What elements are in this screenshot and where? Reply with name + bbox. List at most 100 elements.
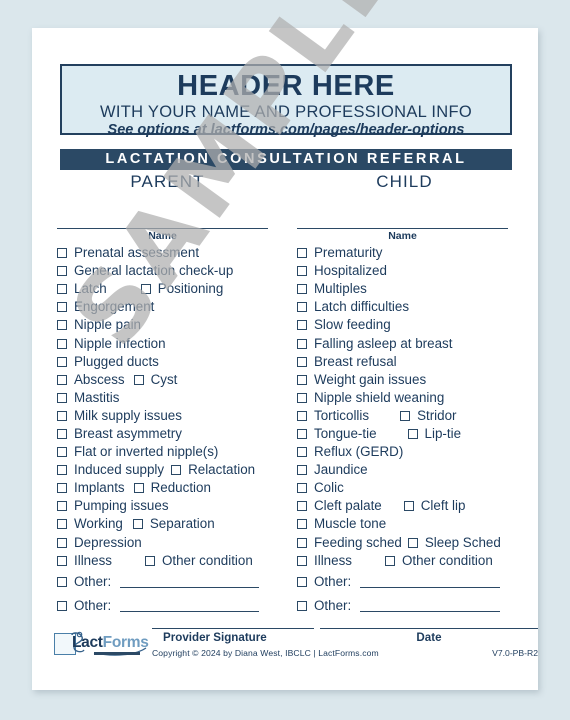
checkbox-child-0[interactable] (297, 248, 307, 259)
checkbox-child-8[interactable] (297, 392, 307, 403)
other-input-line-parent-1[interactable] (120, 600, 260, 612)
checkbox-parent-0[interactable] (57, 248, 67, 259)
checkbox-child-other-1[interactable] (297, 600, 307, 611)
other-input-line-child-0[interactable] (360, 576, 501, 588)
header-placeholder-box[interactable]: HEADER HERE WITH YOUR NAME AND PROFESSIO… (60, 64, 512, 138)
checkbox-label: Positioning (157, 281, 224, 297)
checklist-row: Weight gain issues (297, 371, 519, 389)
checkbox-parent-7b[interactable] (133, 374, 144, 385)
checkbox-label: Induced supply (74, 462, 165, 478)
logo-underline (94, 652, 140, 655)
child-checklist: Prematurity Hospitalized Multiples Latch di… (297, 244, 519, 570)
checkbox-parent-7[interactable] (57, 374, 67, 385)
checkbox-child-other-0[interactable] (297, 576, 307, 587)
checkbox-label: Latch difficulties (314, 299, 410, 315)
checkbox-parent-2[interactable] (57, 284, 67, 295)
checkbox-parent-3[interactable] (57, 302, 67, 313)
checkbox-child-12[interactable] (297, 465, 307, 476)
checklist-row: Nipple pain (57, 316, 279, 334)
logo-word-lact: Lact (72, 634, 103, 651)
checkbox-child-5[interactable] (297, 338, 307, 349)
checkbox-label: Lip-tie (424, 425, 462, 441)
checkbox-label: Prematurity (314, 245, 383, 261)
parent-checklist: Prenatal assessment General lactation che… (57, 244, 279, 570)
checkbox-parent-14[interactable] (57, 501, 67, 512)
checklist-row: Mastitis (57, 389, 279, 407)
checkbox-parent-2b[interactable] (140, 284, 151, 295)
checkbox-child-16b[interactable] (407, 537, 418, 548)
checkbox-label: Nipple pain (74, 317, 141, 333)
checklist-row: Breast refusal (297, 353, 519, 371)
checkbox-child-9b[interactable] (400, 410, 411, 421)
checkbox-child-14[interactable] (297, 501, 307, 512)
checkbox-child-10b[interactable] (407, 428, 418, 439)
checkbox-label: Reduction (150, 480, 211, 496)
checklist-row: Multiples (297, 280, 519, 298)
checkbox-parent-16[interactable] (57, 537, 67, 548)
date-line[interactable] (320, 628, 538, 629)
checkbox-parent-other-1[interactable] (57, 600, 67, 611)
checkbox-child-7[interactable] (297, 374, 307, 385)
checkbox-child-11[interactable] (297, 447, 307, 458)
checkbox-parent-13[interactable] (57, 483, 67, 494)
checkbox-child-1[interactable] (297, 266, 307, 277)
checkbox-child-4[interactable] (297, 320, 307, 331)
checkbox-child-9[interactable] (297, 410, 307, 421)
checkbox-parent-other-0[interactable] (57, 576, 67, 587)
checklist-row: Jaundice (297, 461, 519, 479)
provider-signature-line[interactable] (152, 628, 314, 629)
checkbox-parent-1[interactable] (57, 266, 67, 277)
checkbox-parent-15[interactable] (57, 519, 67, 530)
checkbox-child-17[interactable] (297, 555, 307, 566)
checkbox-parent-8[interactable] (57, 392, 67, 403)
checkbox-parent-12b[interactable] (171, 465, 182, 476)
checkbox-child-10[interactable] (297, 428, 307, 439)
checkbox-label: Plugged ducts (74, 353, 159, 369)
other-input-line-child-1[interactable] (360, 600, 501, 612)
checkbox-label: Multiples (314, 281, 367, 297)
checkbox-child-6[interactable] (297, 356, 307, 367)
checkbox-label: Illness (314, 552, 352, 568)
checkbox-parent-5[interactable] (57, 338, 67, 349)
column-parent: Name Prenatal assessment General lactatio… (57, 213, 279, 618)
column-child: Name Prematurity Hospitalized Multiples Lat… (297, 213, 519, 618)
checkbox-child-3[interactable] (297, 302, 307, 313)
checkbox-label: Other condition (161, 552, 253, 568)
other-input-line-parent-0[interactable] (120, 576, 260, 588)
checkbox-parent-4[interactable] (57, 320, 67, 331)
checkbox-parent-12[interactable] (57, 465, 67, 476)
other-label: Other: (74, 574, 112, 590)
checkbox-label: Cleft lip (420, 498, 466, 514)
checkbox-child-15[interactable] (297, 519, 307, 530)
checkbox-parent-13b[interactable] (133, 483, 144, 494)
checkbox-parent-6[interactable] (57, 356, 67, 367)
checklist-row: Depression (57, 534, 279, 552)
provider-signature-label: Provider Signature (163, 631, 267, 644)
checkbox-label: Relactation (188, 462, 256, 478)
checklist-row: Illness Other condition (297, 552, 519, 570)
checklist-row: Tongue-tie Lip-tie (297, 425, 519, 443)
checklist-row: Implants Reduction (57, 479, 279, 497)
checkbox-parent-10[interactable] (57, 428, 67, 439)
checkbox-child-13[interactable] (297, 483, 307, 494)
parent-name-input-line[interactable] (57, 213, 268, 229)
checkbox-parent-17b[interactable] (144, 555, 155, 566)
checkbox-child-14b[interactable] (403, 501, 414, 512)
checklist-row: Working Separation (57, 515, 279, 533)
checkbox-parent-17[interactable] (57, 555, 67, 566)
checklist-row: Abscess Cyst (57, 371, 279, 389)
child-name-label: Name (388, 230, 417, 242)
other-row: Other: (57, 570, 279, 594)
checkbox-parent-9[interactable] (57, 410, 67, 421)
checkbox-parent-11[interactable] (57, 447, 67, 458)
checkbox-child-17b[interactable] (384, 555, 395, 566)
checklist-row: Illness Other condition (57, 552, 279, 570)
parent-other-rows: Other: Other: (57, 570, 279, 618)
checkbox-label: Prenatal assessment (74, 245, 200, 261)
checkbox-child-16[interactable] (297, 537, 307, 548)
checkbox-child-2[interactable] (297, 284, 307, 295)
checkbox-label: Pumping issues (74, 498, 169, 514)
child-name-input-line[interactable] (297, 213, 508, 229)
checkbox-parent-15b[interactable] (132, 519, 143, 530)
checkbox-label: Cleft palate (314, 498, 382, 514)
